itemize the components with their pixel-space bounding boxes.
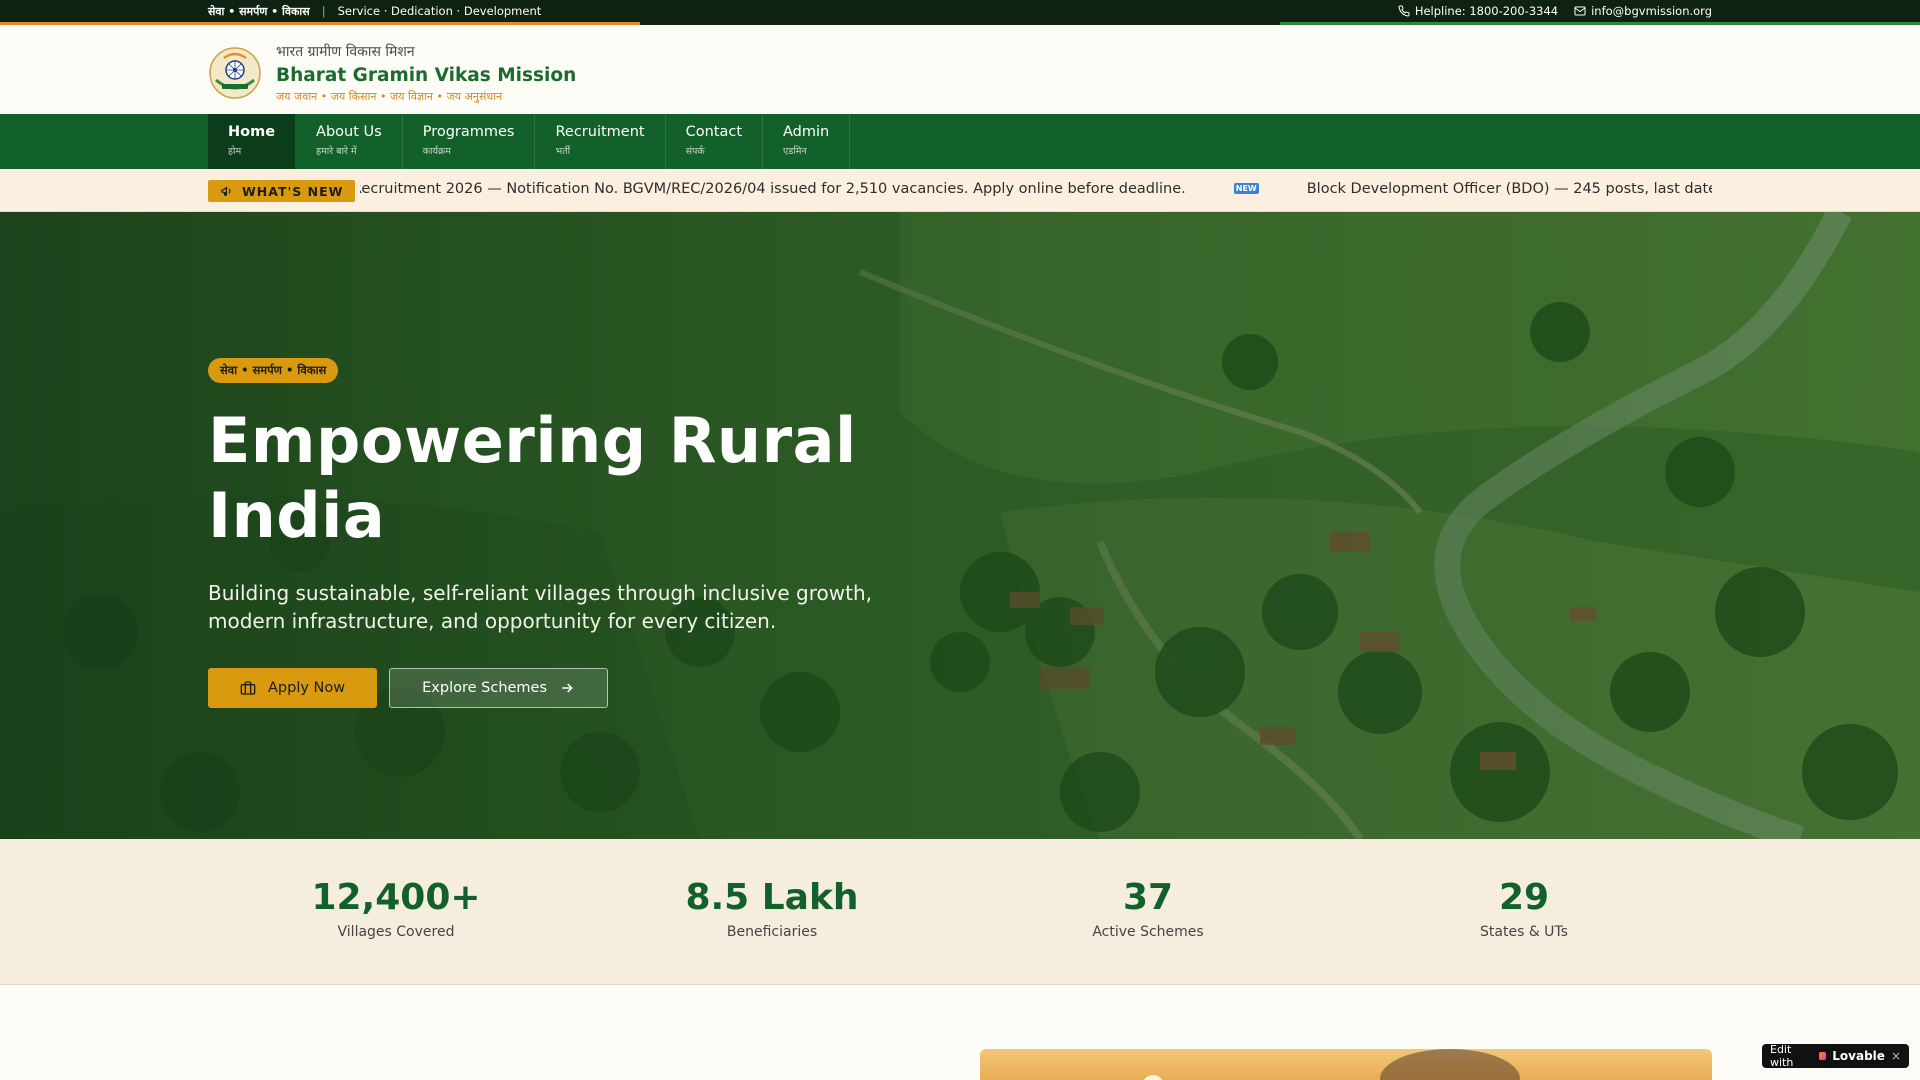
nav-item-label-hindi: होम <box>228 146 242 157</box>
nav-item-label-hindi: भर्ती <box>555 146 571 157</box>
stat-label: Beneficiaries <box>726 924 818 940</box>
nav-item-label-hindi: संपर्क <box>685 146 705 157</box>
top-bar: सेवा • समर्पण • विकास | Service · Dedica… <box>0 0 1920 25</box>
brand-logo-link[interactable]: भारत ग्रामीण विकास मिशन Bharat Gramin Vi… <box>208 42 576 104</box>
nav-item-label: Recruitment <box>555 124 645 140</box>
ticker-message-text: Block Development Officer (BDO) — 245 po… <box>1306 181 1712 197</box>
nav-item-admin[interactable]: Admin एडमिन <box>763 114 851 169</box>
nav-item-label: Home <box>228 124 276 140</box>
phone-icon <box>1398 5 1410 17</box>
nav-item-label: About Us <box>316 124 382 140</box>
explore-schemes-label: Explore Schemes <box>422 680 548 696</box>
main-navigation: Home होम About Us हमारे बारे में Program… <box>0 114 1920 169</box>
stat-active-schemes: 37 Active Schemes <box>960 839 1336 985</box>
arrow-right-icon <box>562 683 573 693</box>
topbar-separator: | <box>321 4 326 18</box>
close-icon[interactable]: × <box>1891 1049 1901 1063</box>
brand-name-hindi: भारत ग्रामीण विकास मिशन <box>276 44 415 60</box>
ashoka-emblem-icon <box>209 47 261 99</box>
lovable-prefix: Edit with <box>1770 1043 1794 1069</box>
stat-value: 37 <box>1122 877 1174 918</box>
apply-now-label: Apply Now <box>268 680 346 696</box>
new-tag-icon: NEW <box>1233 183 1259 194</box>
hero-subtitle: Building sustainable, self-reliant villa… <box>208 581 873 633</box>
topbar-motto-english: Service · Dedication · Development <box>337 4 542 18</box>
sun-shape <box>1142 1075 1164 1080</box>
whats-new-ticker: WHAT'S NEW Recruitment 2026 — Notificati… <box>0 169 1920 212</box>
topbar-motto-hindi: सेवा • समर्पण • विकास <box>208 4 310 18</box>
stat-label: States & UTs <box>1480 924 1568 940</box>
nav-item-label: Contact <box>685 124 743 140</box>
about-section <box>0 985 1920 1080</box>
stat-label: Villages Covered <box>337 924 455 940</box>
brand-name-english: Bharat Gramin Vikas Mission <box>276 65 577 86</box>
email-link[interactable]: info@bgvmission.org <box>1574 4 1712 18</box>
nav-item-programmes[interactable]: Programmes कार्यक्रम <box>403 114 536 169</box>
nav-item-about-us[interactable]: About Us हमारे बारे में <box>296 114 403 169</box>
hero-title: Empowering Rural India <box>208 404 857 552</box>
ticker-track: Recruitment 2026 — Notification No. BGVM… <box>360 169 1712 211</box>
email-text: info@bgvmission.org <box>1591 4 1712 18</box>
nav-item-recruitment[interactable]: Recruitment भर्ती <box>535 114 666 169</box>
helpline-text: Helpline: 1800-200-3344 <box>1414 4 1559 18</box>
helpline-link[interactable]: Helpline: 1800-200-3344 <box>1398 4 1558 18</box>
explore-schemes-button[interactable]: Explore Schemes <box>389 668 609 708</box>
megaphone-icon <box>221 186 231 196</box>
stat-value: 8.5 Lakh <box>685 877 859 918</box>
nav-item-label-hindi: एडमिन <box>783 146 807 157</box>
stat-villages-covered: 12,400+ Villages Covered <box>208 839 584 985</box>
ticker-message[interactable]: NEW Block Development Officer (BDO) — 245… <box>1233 181 1712 197</box>
lovable-heart-icon <box>1819 1052 1827 1060</box>
stat-value: 12,400+ <box>311 877 481 918</box>
mail-icon <box>1574 6 1586 16</box>
stat-states-uts: 29 States & UTs <box>1336 839 1712 985</box>
hero-section: सेवा • समर्पण • विकास Empowering Rural I… <box>0 212 1920 839</box>
stats-strip: 12,400+ Villages Covered 8.5 Lakh Benefi… <box>0 839 1920 985</box>
ticker-message[interactable]: Recruitment 2026 — Notification No. BGVM… <box>360 181 1186 197</box>
nav-item-home[interactable]: Home होम <box>208 114 297 169</box>
edit-with-lovable-badge[interactable]: Edit with Lovable × <box>1762 1043 1909 1069</box>
nav-item-label: Programmes <box>422 124 515 140</box>
nav-item-label: Admin <box>783 124 830 140</box>
brand-slogan: जय जवान • जय किसान • जय विज्ञान • जय अनु… <box>276 90 503 103</box>
stat-beneficiaries: 8.5 Lakh Beneficiaries <box>584 839 960 985</box>
site-header: भारत ग्रामीण विकास मिशन Bharat Gramin Vi… <box>0 25 1920 114</box>
stat-value: 29 <box>1498 877 1550 918</box>
stat-label: Active Schemes <box>1092 924 1204 940</box>
about-image <box>980 1049 1712 1080</box>
nav-item-contact[interactable]: Contact संपर्क <box>666 114 764 169</box>
whats-new-label: WHAT'S NEW <box>242 183 344 199</box>
whats-new-badge: WHAT'S NEW <box>208 180 356 202</box>
apply-now-button[interactable]: Apply Now <box>208 668 378 708</box>
person-silhouette <box>1380 1049 1520 1080</box>
lovable-name: Lovable <box>1832 1049 1885 1063</box>
nav-item-label-hindi: हमारे बारे में <box>316 146 357 157</box>
hero-motto-chip: सेवा • समर्पण • विकास <box>208 358 339 383</box>
briefcase-icon <box>240 681 256 695</box>
nav-item-label-hindi: कार्यक्रम <box>422 146 451 157</box>
